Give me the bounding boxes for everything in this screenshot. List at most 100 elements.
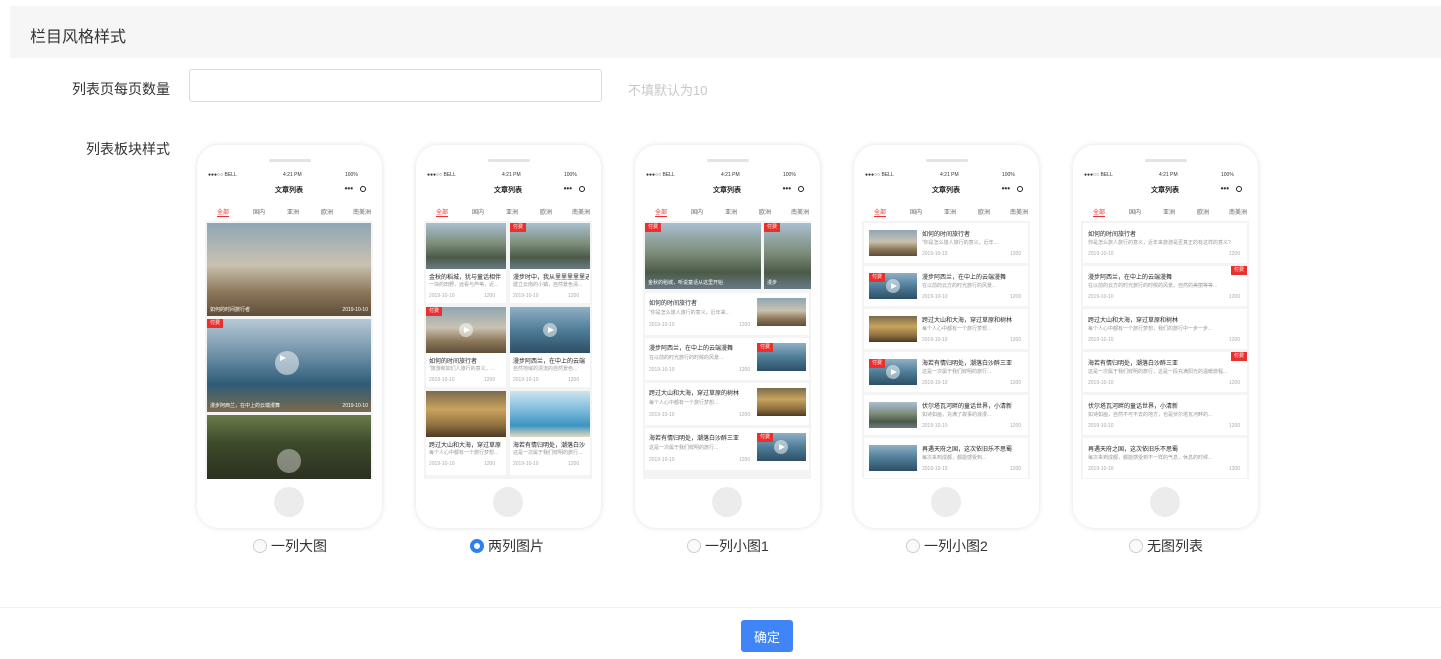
home-button: [712, 487, 742, 517]
home-button: [931, 487, 961, 517]
list-style-label: 列表板块样式: [86, 141, 170, 157]
preview-small-image-1[interactable]: ●●●○○ BELL 4:21 PM 100% 文章列表 ••• 全部 国内 亚洲 …: [635, 145, 820, 528]
list-item: 如何的时间旅行者 “你是怎么旅人旅行的意义，近年来... 2019-10-10 1…: [645, 293, 809, 335]
list-item: 如何的时间旅行者 “你是怎么旅人旅行的意义，近年... 2019-10-10 12…: [864, 223, 1028, 263]
home-button: [274, 487, 304, 517]
list-item: 金秋的稻城，犹与童话相伴 一块的田野，远看与芦苇，近... 2019-10-10…: [426, 223, 506, 303]
radio-circle[interactable]: [253, 539, 267, 553]
list-item: 付费 漫步时中，我从里里里里里进 建立云南的小镇，自然景色清... 2019-1…: [510, 223, 590, 303]
more-icon: •••: [1001, 184, 1010, 193]
preview-two-columns[interactable]: ●●●○○ BELL 4:21 PM 100% 文章列表 ••• 全部 国内 亚洲 …: [416, 145, 601, 528]
list-item: 付费 海若有情归明处，潮落白沙醉三亚 这是一次属于我们鲜明的旅行... 2019…: [864, 352, 1028, 392]
article-image: 如何的时间旅行者 2019-10-10: [207, 223, 371, 316]
preview-small-image-2[interactable]: ●●●○○ BELL 4:21 PM 100% 文章列表 ••• 全部 国内 亚洲 …: [854, 145, 1039, 528]
list-item: 跨过大山和大海，穿过草原和树林 每个人心中都有一个旅行梦想，我们的旅行中一步一步…: [1083, 309, 1247, 349]
home-button: [493, 487, 523, 517]
preview-no-image[interactable]: ●●●○○ BELL 4:21 PM 100% 文章列表 ••• 全部 国内 亚洲 …: [1073, 145, 1258, 528]
phone-screen: ●●●○○ BELL 4:21 PM 100% 文章列表 ••• 全部 国内 亚洲 …: [862, 171, 1030, 479]
phone-speaker: [707, 159, 749, 162]
target-icon: [1017, 186, 1023, 192]
radio-one-column-small-1[interactable]: 一列小图1: [687, 537, 769, 555]
section-title: 栏目风格样式: [30, 29, 127, 46]
article-image: 付费 金秋的稻城，听说童话从这里开始: [645, 223, 761, 289]
more-icon: •••: [782, 184, 791, 193]
per-page-hint: 不填默认为10: [628, 83, 708, 98]
play-icon: [543, 323, 557, 337]
target-icon: [798, 186, 804, 192]
nav-bar: 文章列表 •••: [643, 179, 811, 201]
list-item: 付费 漫步阿西兰，在中上的云端漫舞 在以前的云方的时光旅行的时候的风景，自然的美…: [1083, 266, 1247, 306]
nav-bar: 文章列表 •••: [424, 179, 592, 201]
article-image: [207, 415, 371, 479]
radio-label: 一列大图: [271, 538, 327, 554]
radio-one-column-small-2[interactable]: 一列小图2: [906, 537, 988, 555]
radio-circle[interactable]: [470, 539, 484, 553]
phone-screen: ●●●○○ BELL 4:21 PM 100% 文章列表 ••• 全部 国内 亚洲 …: [424, 171, 592, 479]
footer-divider: [0, 607, 1441, 608]
radio-label: 一列小图1: [705, 538, 769, 554]
phone-speaker: [269, 159, 311, 162]
preview-big-image[interactable]: ●●●○○ BELL 4:21 PM 100% 文章列表 ••• 全部 国内 亚洲 …: [197, 145, 382, 528]
nav-bar: 文章列表 •••: [1081, 179, 1249, 201]
audio-icon: [277, 449, 301, 473]
radio-two-columns[interactable]: 两列图片: [470, 537, 544, 555]
radio-circle[interactable]: [906, 539, 920, 553]
radio-circle[interactable]: [1129, 539, 1143, 553]
more-icon: •••: [344, 184, 353, 193]
phone-screen: ●●●○○ BELL 4:21 PM 100% 文章列表 ••• 全部 国内 亚洲 …: [643, 171, 811, 479]
list-item: 漫步阿西兰，在中上的云端 自然地域的漂流的自然景色... 2019-10-10 1…: [510, 307, 590, 387]
per-page-label: 列表页每页数量: [72, 81, 170, 97]
status-bar: ●●●○○ BELL 4:21 PM 100%: [862, 171, 1030, 179]
nav-bar: 文章列表 •••: [862, 179, 1030, 201]
radio-circle[interactable]: [687, 539, 701, 553]
nav-bar: 文章列表 •••: [205, 179, 373, 201]
radio-label: 两列图片: [488, 538, 544, 554]
phone-speaker: [488, 159, 530, 162]
category-tabs: 全部 国内 亚洲 欧洲 南美洲: [1081, 201, 1249, 221]
more-icon: •••: [1220, 184, 1229, 193]
more-icon: •••: [563, 184, 572, 193]
radio-label: 无图列表: [1147, 538, 1203, 554]
list-item: 伏尔塔瓦河畔的童话世界，小清新 如诗如画，充满了故事的浪漫... 2019-10…: [864, 395, 1028, 435]
status-bar: ●●●○○ BELL 4:21 PM 100%: [424, 171, 592, 179]
list-item: 海若有情归明处，潮落白沙 这是一次属于我们鲜明的旅行... 2019-10-10…: [510, 391, 590, 475]
play-icon: [459, 323, 473, 337]
list-item: 跨过大山和大海，穿过草原的树林 每个人心中都有一个旅行梦想... 2019-10…: [645, 383, 809, 425]
list-item: 付费 如何的时间旅行者 “旅游和如们人旅行的意义，... 2019-10-10 1…: [426, 307, 506, 387]
phone-screen: ●●●○○ BELL 4:21 PM 100% 文章列表 ••• 全部 国内 亚洲 …: [205, 171, 373, 479]
phone-screen: ●●●○○ BELL 4:21 PM 100% 文章列表 ••• 全部 国内 亚洲 …: [1081, 171, 1249, 479]
article-image: 付费 漫步阿西兰，在中上的云端漫舞 2019-10-10: [207, 319, 371, 412]
target-icon: [360, 186, 366, 192]
radio-no-image[interactable]: 无图列表: [1129, 537, 1203, 555]
status-bar: ●●●○○ BELL 4:21 PM 100%: [205, 171, 373, 179]
play-icon: [774, 440, 788, 454]
status-bar: ●●●○○ BELL 4:21 PM 100%: [643, 171, 811, 179]
play-icon: [886, 279, 900, 293]
category-tabs: 全部 国内 亚洲 欧洲 南美洲: [643, 201, 811, 221]
list-item: 海若有情归明处，潮落白沙醉三亚 这是一次属于我们鲜明的旅行... 2019-10…: [645, 428, 809, 470]
list-item: 再遇天府之国，这次依旧乐不思蜀 每次来到成都，都能感受到... 2019-10-…: [864, 438, 1028, 478]
category-tabs: 全部 国内 亚洲 欧洲 南美洲: [424, 201, 592, 221]
confirm-button[interactable]: 确定: [741, 620, 793, 652]
list-item: 伏尔塔瓦河畔的童话世界，小清新 如诗如画，自然不可不去的地方，也是伏尔塔瓦河畔的…: [1083, 395, 1247, 435]
list-item: 跨过大山和大海，穿过草原和树林 每个人心中都有一个旅行梦想... 2019-10…: [864, 309, 1028, 349]
per-page-input[interactable]: [189, 69, 602, 102]
home-button: [1150, 487, 1180, 517]
phone-speaker: [1145, 159, 1187, 162]
radio-one-column-big[interactable]: 一列大图: [253, 537, 327, 555]
target-icon: [579, 186, 585, 192]
target-icon: [1236, 186, 1242, 192]
status-bar: ●●●○○ BELL 4:21 PM 100%: [1081, 171, 1249, 179]
section-header: 栏目风格样式: [10, 6, 1441, 58]
list-item: 再遇天府之国，这次依旧乐不思蜀 每次来到成都，都能感受到不一样的气息，休息的时候…: [1083, 438, 1247, 478]
list-item: 跨过大山和大海，穿过草原 每个人心中都有一个旅行梦想... 2019-10-10…: [426, 391, 506, 475]
phone-speaker: [926, 159, 968, 162]
list-item: 付费 海若有情归明处，潮落白沙醉三亚 这是一次属于我们鲜明的旅行，这是一段充满阳…: [1083, 352, 1247, 392]
play-icon: [886, 365, 900, 379]
list-item: 如何的时间旅行者 你是怎么旅人旅行的意义，近年来旅游是否真正的有这样的意义? 2…: [1083, 223, 1247, 263]
article-image: 付费 漫步: [764, 223, 811, 289]
category-tabs: 全部 国内 亚洲 欧洲 南美洲: [205, 201, 373, 221]
play-icon: [275, 351, 299, 375]
list-item: 付费 漫步阿西兰，在中上的云端漫舞 在以前的云方的时光旅行的风景... 2019…: [864, 266, 1028, 306]
category-tabs: 全部 国内 亚洲 欧洲 南美洲: [862, 201, 1030, 221]
